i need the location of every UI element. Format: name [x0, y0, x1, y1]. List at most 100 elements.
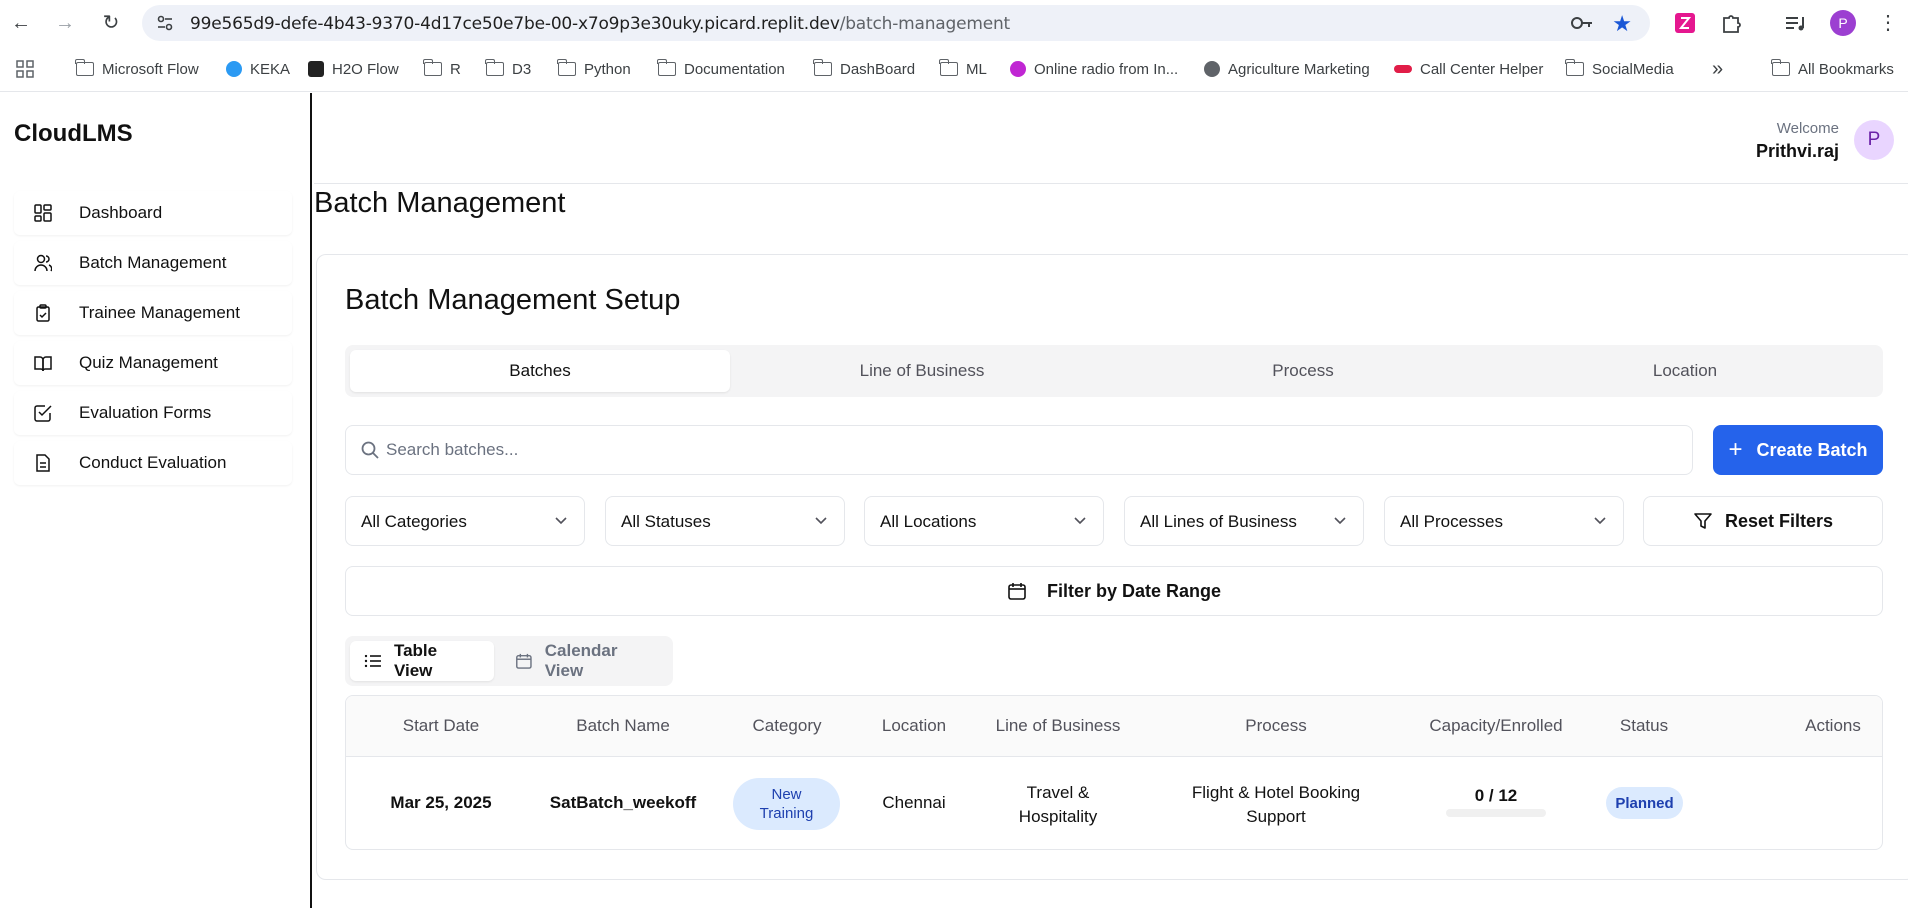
process-filter[interactable]: All Processes: [1384, 496, 1624, 546]
extension-icon[interactable]: [1672, 10, 1698, 36]
media-controls-icon[interactable]: [1782, 10, 1808, 36]
create-batch-label: Create Batch: [1756, 439, 1868, 460]
bookmark-item[interactable]: H2O Flow: [308, 58, 399, 80]
chevron-down-icon: [1594, 517, 1606, 525]
bookmark-item[interactable]: SocialMedia: [1565, 58, 1674, 80]
bookmark-label: Online radio from In...: [1034, 60, 1179, 78]
users-icon: [34, 254, 52, 272]
radio-icon: [1010, 61, 1026, 77]
user-name: Prithvi.raj: [1755, 141, 1839, 161]
bookmark-item[interactable]: Microsoft Flow: [75, 58, 199, 80]
password-key-icon[interactable]: [1570, 14, 1594, 32]
sidebar-item-label: Batch Management: [79, 253, 227, 272]
column-header-start-date[interactable]: Start Date: [403, 716, 480, 736]
profile-avatar[interactable]: P: [1830, 10, 1856, 36]
column-header-line-of-business[interactable]: Line of Business: [996, 716, 1121, 736]
more-bookmarks-icon[interactable]: »: [1712, 58, 1723, 80]
calendar-icon: [1008, 583, 1026, 600]
url-path: /batch-management: [839, 14, 1011, 34]
url-text: 99e565d9-defe-4b43-9370-4d17ce50e7be-00-…: [190, 14, 1010, 34]
date-range-filter-button[interactable]: Filter by Date Range: [345, 566, 1883, 616]
sidebar-item-quiz-management[interactable]: Quiz Management: [14, 341, 292, 385]
status-filter[interactable]: All Statuses: [605, 496, 845, 546]
all-bookmarks[interactable]: All Bookmarks: [1771, 58, 1894, 80]
app-header: Welcome Prithvi.raj P: [314, 93, 1908, 184]
bookmark-item[interactable]: ML: [939, 58, 987, 80]
search-input[interactable]: [386, 426, 1676, 474]
address-bar[interactable]: 99e565d9-defe-4b43-9370-4d17ce50e7be-00-…: [142, 5, 1650, 41]
document-icon: [36, 454, 50, 472]
bookmark-item[interactable]: Python: [557, 58, 631, 80]
cell-line-of-business: Travel & Hospitality: [1019, 781, 1097, 829]
reset-filters-button[interactable]: Reset Filters: [1643, 496, 1883, 546]
dots-icon: [1394, 65, 1412, 73]
bookmark-item[interactable]: Call Center Helper: [1394, 58, 1543, 80]
location-filter[interactable]: All Locations: [864, 496, 1104, 546]
capacity-progress-bar: [1446, 809, 1546, 817]
reload-icon[interactable]: ↻: [98, 10, 124, 36]
apps-grid-icon[interactable]: [16, 60, 34, 78]
site-settings-icon[interactable]: [156, 14, 174, 32]
cell-capacity: 0 / 12: [1474, 786, 1518, 805]
bookmark-star-icon[interactable]: ★: [1612, 11, 1632, 37]
search-box: [345, 425, 1693, 475]
sidebar-item-conduct-evaluation[interactable]: Conduct Evaluation: [14, 441, 292, 485]
category-filter[interactable]: All Categories: [345, 496, 585, 546]
bookmark-item[interactable]: D3: [485, 58, 532, 80]
folder-icon: [1565, 59, 1584, 76]
tab-process[interactable]: Process: [1113, 350, 1493, 392]
sidebar-item-evaluation-forms[interactable]: Evaluation Forms: [14, 391, 292, 435]
column-header-capacity[interactable]: Capacity/Enrolled: [1429, 716, 1562, 736]
table-view-tab[interactable]: Table View: [350, 641, 494, 681]
bookmark-item[interactable]: Documentation: [657, 58, 785, 80]
column-header-status[interactable]: Status: [1620, 716, 1668, 736]
bookmark-label: R: [450, 60, 461, 78]
tab-location[interactable]: Location: [1495, 350, 1875, 392]
user-avatar[interactable]: P: [1854, 120, 1894, 160]
folder-icon: [423, 59, 442, 76]
bookmarks-bar: Microsoft Flow KEKA H2O Flow R D3 Python…: [0, 46, 1908, 92]
sidebar-item-label: Trainee Management: [79, 303, 240, 322]
column-header-location[interactable]: Location: [882, 716, 946, 736]
bookmark-item[interactable]: KEKA: [226, 58, 290, 80]
card-title: Batch Management Setup: [345, 284, 681, 316]
sidebar-item-label: Evaluation Forms: [79, 403, 212, 422]
kebab-menu-icon[interactable]: ⋮: [1878, 10, 1898, 36]
url-host: 99e565d9-defe-4b43-9370-4d17ce50e7be-00-…: [190, 14, 840, 34]
extensions-puzzle-icon[interactable]: [1718, 10, 1744, 36]
bookmark-item[interactable]: R: [423, 58, 461, 80]
cell-start-date: Mar 25, 2025: [390, 793, 492, 812]
bookmark-label: KEKA: [250, 60, 291, 78]
bookmark-label: D3: [512, 60, 532, 78]
calendar-view-tab[interactable]: Calendar View: [501, 641, 673, 681]
calendar-view-label: Calendar View: [544, 641, 618, 680]
folder-icon: [75, 59, 94, 76]
bookmark-label: Call Center Helper: [1420, 60, 1544, 78]
process-line2: Support: [1246, 807, 1306, 826]
column-header-process[interactable]: Process: [1245, 716, 1306, 736]
forward-icon[interactable]: →: [52, 10, 78, 36]
sidebar-item-dashboard[interactable]: Dashboard: [14, 191, 292, 235]
location-filter-value: All Locations: [880, 512, 977, 531]
tab-batches[interactable]: Batches: [350, 350, 730, 392]
cell-batch-name[interactable]: SatBatch_weekoff: [550, 793, 696, 813]
tab-line-of-business[interactable]: Line of Business: [732, 350, 1112, 392]
column-header-category[interactable]: Category: [753, 716, 822, 736]
sidebar-item-trainee-management[interactable]: Trainee Management: [14, 291, 292, 335]
category-filter-value: All Categories: [361, 512, 467, 531]
line-of-business-filter[interactable]: All Lines of Business: [1124, 496, 1364, 546]
back-icon[interactable]: ←: [8, 10, 34, 36]
column-header-batch-name[interactable]: Batch Name: [576, 716, 670, 736]
chevron-down-icon: [555, 517, 567, 525]
list-icon: [364, 654, 381, 668]
brand-logo: CloudLMS: [14, 120, 133, 147]
bookmark-item[interactable]: DashBoard: [813, 58, 915, 80]
folder-icon: [1771, 59, 1790, 76]
create-batch-button[interactable]: + Create Batch: [1713, 425, 1883, 475]
bookmark-item[interactable]: Agriculture Marketing: [1204, 58, 1370, 80]
folder-icon: [485, 59, 504, 76]
lob-line2: Hospitality: [1018, 807, 1098, 826]
sidebar-item-batch-management[interactable]: Batch Management: [14, 241, 292, 285]
column-header-actions: Actions: [1805, 716, 1861, 735]
bookmark-item[interactable]: Online radio from In...: [1010, 58, 1178, 80]
